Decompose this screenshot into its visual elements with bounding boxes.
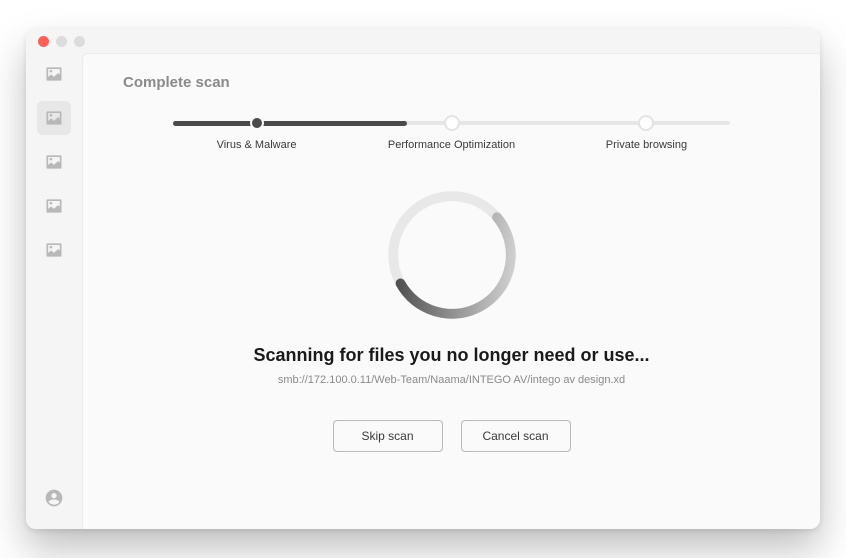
image-icon <box>44 196 64 216</box>
image-icon <box>44 152 64 172</box>
stepper-track-fill <box>173 121 407 126</box>
step-label-0: Virus & Malware <box>217 139 297 151</box>
stepper-labels: Virus & Malware Performance Optimization… <box>173 139 730 155</box>
sidebar-item-1[interactable] <box>37 101 71 135</box>
user-icon <box>44 488 64 508</box>
sidebar-item-3[interactable] <box>37 189 71 223</box>
image-icon <box>44 240 64 260</box>
window-close-button[interactable] <box>38 36 49 47</box>
step-node-1 <box>446 117 458 129</box>
step-label-2: Private browsing <box>606 139 687 151</box>
step-label-1: Performance Optimization <box>388 139 515 151</box>
spinner-container <box>123 185 780 325</box>
sidebar <box>26 53 82 529</box>
skip-scan-button[interactable]: Skip scan <box>333 420 443 452</box>
image-icon <box>44 64 64 84</box>
scan-current-path: smb://172.100.0.11/Web-Team/Naama/INTEGO… <box>123 374 780 386</box>
window-zoom-button[interactable] <box>74 36 85 47</box>
progress-stepper: Virus & Malware Performance Optimization… <box>123 119 780 155</box>
main-panel: Complete scan Virus & Malwar <box>82 53 820 529</box>
scan-headline: Scanning for files you no longer need or… <box>123 345 780 366</box>
stepper-track <box>173 119 730 127</box>
titlebar <box>26 29 820 53</box>
spinner-icon <box>382 185 522 325</box>
cancel-scan-button[interactable]: Cancel scan <box>461 420 571 452</box>
step-node-2 <box>640 117 652 129</box>
step-node-0 <box>250 116 264 130</box>
window-minimize-button[interactable] <box>56 36 67 47</box>
sidebar-user-button[interactable] <box>37 481 71 515</box>
step-dot-done-icon <box>250 116 264 130</box>
action-row: Skip scan Cancel scan <box>123 420 780 452</box>
sidebar-item-2[interactable] <box>37 145 71 179</box>
scan-status: Scanning for files you no longer need or… <box>123 345 780 452</box>
sidebar-item-4[interactable] <box>37 233 71 267</box>
sidebar-item-0[interactable] <box>37 57 71 91</box>
app-window: Complete scan Virus & Malwar <box>26 29 820 529</box>
app-body: Complete scan Virus & Malwar <box>26 53 820 529</box>
image-icon <box>44 108 64 128</box>
step-dot-current-icon <box>446 117 458 129</box>
page-title: Complete scan <box>123 74 780 91</box>
step-dot-pending-icon <box>640 117 652 129</box>
